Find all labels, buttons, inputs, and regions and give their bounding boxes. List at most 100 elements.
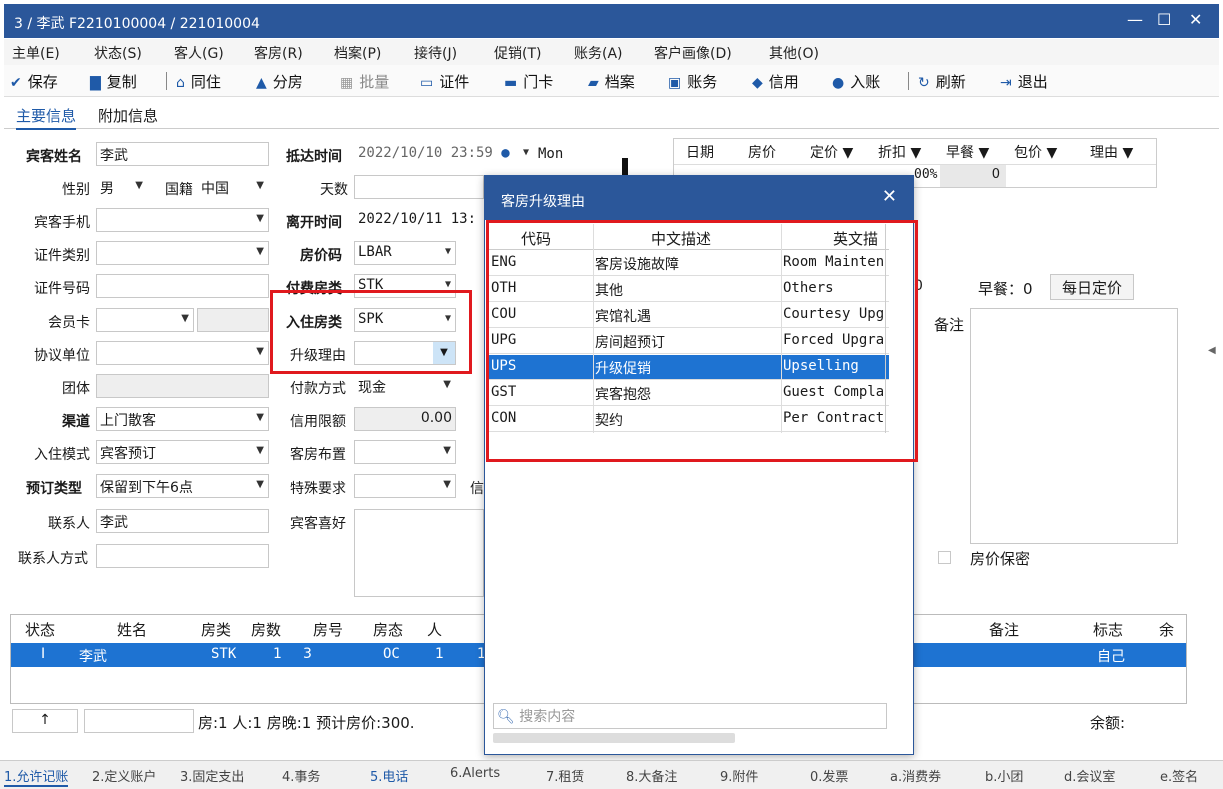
- menu-promo[interactable]: 促销(T): [494, 43, 541, 63]
- menu-portrait[interactable]: 客户画像(D): [654, 43, 732, 63]
- window-title: 3 / 李武 F2210100004 / 221010004: [14, 16, 260, 32]
- tab-define-account[interactable]: 2.定义账户: [92, 766, 156, 785]
- id-type-select[interactable]: ▼: [96, 241, 269, 265]
- refresh-button[interactable]: ↻ 刷新: [918, 71, 966, 92]
- card-button[interactable]: ▬ 门卡: [504, 71, 553, 92]
- menu-guest[interactable]: 客人(G): [174, 43, 224, 63]
- tab-small-group[interactable]: b.小团: [985, 766, 1023, 785]
- tab-rental[interactable]: 7.租赁: [546, 766, 584, 785]
- profile-button[interactable]: ▰ 档案: [588, 71, 635, 92]
- rate-grid-header[interactable]: 理由 ▼: [1090, 142, 1133, 162]
- pay-method-select[interactable]: 现金 ▼: [354, 374, 456, 398]
- tab-main-info[interactable]: 主要信息: [16, 105, 77, 130]
- close-icon[interactable]: ✕: [882, 186, 897, 207]
- copy-button[interactable]: ▇ 复制: [90, 71, 137, 92]
- exit-icon: ⇥: [1000, 75, 1012, 91]
- nationality-select[interactable]: 中国 ▼: [197, 175, 269, 199]
- remarks-field[interactable]: [970, 308, 1178, 544]
- rate-grid-header[interactable]: 包价 ▼: [1014, 142, 1057, 162]
- contact-field[interactable]: 李武: [96, 509, 269, 533]
- search-input[interactable]: 🔍︎ 搜索内容: [493, 703, 887, 729]
- tab-phone[interactable]: 5.电话: [370, 766, 408, 785]
- collapse-icon[interactable]: ◀: [1208, 345, 1216, 356]
- channel-select[interactable]: 上门散客 ▼: [96, 407, 269, 431]
- sort-up-button[interactable]: ↑: [12, 709, 78, 733]
- menu-status[interactable]: 状态(S): [94, 43, 142, 63]
- room-layout-select[interactable]: ▼: [354, 440, 456, 464]
- minimize-icon[interactable]: —: [1127, 10, 1143, 29]
- col-remark[interactable]: 备注: [989, 619, 1019, 640]
- guest-name-field[interactable]: 李武: [96, 142, 269, 166]
- col-room-state[interactable]: 房态: [373, 619, 403, 640]
- tab-meeting-room[interactable]: d.会议室: [1064, 766, 1115, 785]
- booking-type-select[interactable]: 保留到下午6点 ▼: [96, 474, 269, 498]
- departure-field[interactable]: 2022/10/11 13:: [354, 208, 484, 232]
- arrival-field[interactable]: 2022/10/10 23:59 ● ▼: [354, 142, 534, 166]
- tab-vouchers[interactable]: a.消费券: [890, 766, 941, 785]
- share-button[interactable]: ⌂ 同住: [176, 71, 221, 92]
- credit-button[interactable]: ◆ 信用: [752, 71, 799, 92]
- tab-extra-info[interactable]: 附加信息: [98, 105, 158, 126]
- tab-allow-posting[interactable]: 1.允许记账: [4, 766, 69, 787]
- maximize-icon[interactable]: ☐: [1157, 10, 1171, 29]
- cell-room-state: OC: [383, 646, 400, 662]
- cell-persons: 1: [435, 646, 444, 662]
- menu-room[interactable]: 客房(R): [254, 43, 303, 63]
- special-request-label: 特殊要求: [290, 481, 346, 497]
- tab-signature[interactable]: e.签名: [1160, 766, 1198, 785]
- menu-other[interactable]: 其他(O): [769, 43, 819, 63]
- nights-field[interactable]: [354, 175, 484, 199]
- id-button[interactable]: ▭ 证件: [420, 71, 469, 92]
- rate-grid-header[interactable]: 折扣 ▼: [878, 142, 921, 162]
- tab-big-remark[interactable]: 8.大备注: [626, 766, 677, 785]
- menu-accounts[interactable]: 账务(A): [574, 43, 623, 63]
- rate-secret-checkbox[interactable]: [938, 551, 951, 564]
- exit-button[interactable]: ⇥ 退出: [1000, 71, 1048, 92]
- credit-limit-field: 0.00: [354, 407, 456, 431]
- col-name[interactable]: 姓名: [117, 619, 147, 640]
- col-room-type[interactable]: 房类: [201, 619, 231, 640]
- contact-method-field[interactable]: [96, 544, 269, 568]
- daily-rate-button[interactable]: 每日定价: [1050, 274, 1134, 300]
- assign-room-button[interactable]: ▲ 分房: [256, 71, 303, 92]
- col-flag[interactable]: 标志: [1093, 619, 1123, 640]
- menu-main[interactable]: 主单(E): [12, 43, 60, 63]
- toolbar-divider: [908, 72, 909, 90]
- rate-discount-cell: 00%: [914, 167, 938, 182]
- tab-alerts[interactable]: 6.Alerts: [450, 766, 500, 781]
- col-room-number[interactable]: 房号: [313, 619, 343, 640]
- close-icon[interactable]: ✕: [1189, 10, 1202, 29]
- special-request-select[interactable]: ▼: [354, 474, 456, 498]
- rate-code-select[interactable]: LBAR ▼: [354, 241, 456, 265]
- phone-select[interactable]: ▼: [96, 208, 269, 232]
- col-status[interactable]: 状态: [25, 619, 55, 640]
- batch-button[interactable]: ▦ 批量: [340, 71, 389, 92]
- save-button[interactable]: ✔ 保存: [10, 71, 58, 92]
- preferences-field[interactable]: [354, 509, 484, 597]
- accounts-button[interactable]: ▣ 账务: [668, 71, 717, 92]
- member-card-label: 会员卡: [48, 315, 90, 331]
- tab-invoice[interactable]: 0.发票: [810, 766, 848, 785]
- col-room-count[interactable]: 房数: [251, 619, 281, 640]
- summary-input[interactable]: [84, 709, 194, 733]
- horizontal-scrollbar[interactable]: [493, 733, 735, 743]
- gender-select[interactable]: 男 ▼: [96, 175, 148, 199]
- menu-profile[interactable]: 档案(P): [334, 43, 381, 63]
- tab-tasks[interactable]: 4.事务: [282, 766, 320, 785]
- menu-reception[interactable]: 接待(J): [414, 43, 457, 63]
- id-number-field[interactable]: [96, 274, 269, 298]
- agreement-select[interactable]: ▼: [96, 341, 269, 365]
- col-persons[interactable]: 人: [427, 619, 442, 640]
- post-button[interactable]: ● 入账: [832, 71, 880, 92]
- chevron-down-icon: ▼: [444, 279, 451, 290]
- member-card-select[interactable]: ▼: [96, 308, 194, 332]
- grid-icon: ▦: [340, 75, 354, 91]
- gender-label: 性别: [62, 182, 90, 198]
- rate-grid-header[interactable]: 定价 ▼: [810, 142, 853, 162]
- tab-attachments[interactable]: 9.附件: [720, 766, 758, 785]
- pay-method-label: 付款方式: [290, 381, 346, 397]
- col-balance[interactable]: 余: [1159, 619, 1174, 640]
- rate-grid-header[interactable]: 早餐 ▼: [946, 142, 989, 162]
- tab-fixed-charge[interactable]: 3.固定支出: [180, 766, 244, 785]
- checkin-mode-select[interactable]: 宾客预订 ▼: [96, 440, 269, 464]
